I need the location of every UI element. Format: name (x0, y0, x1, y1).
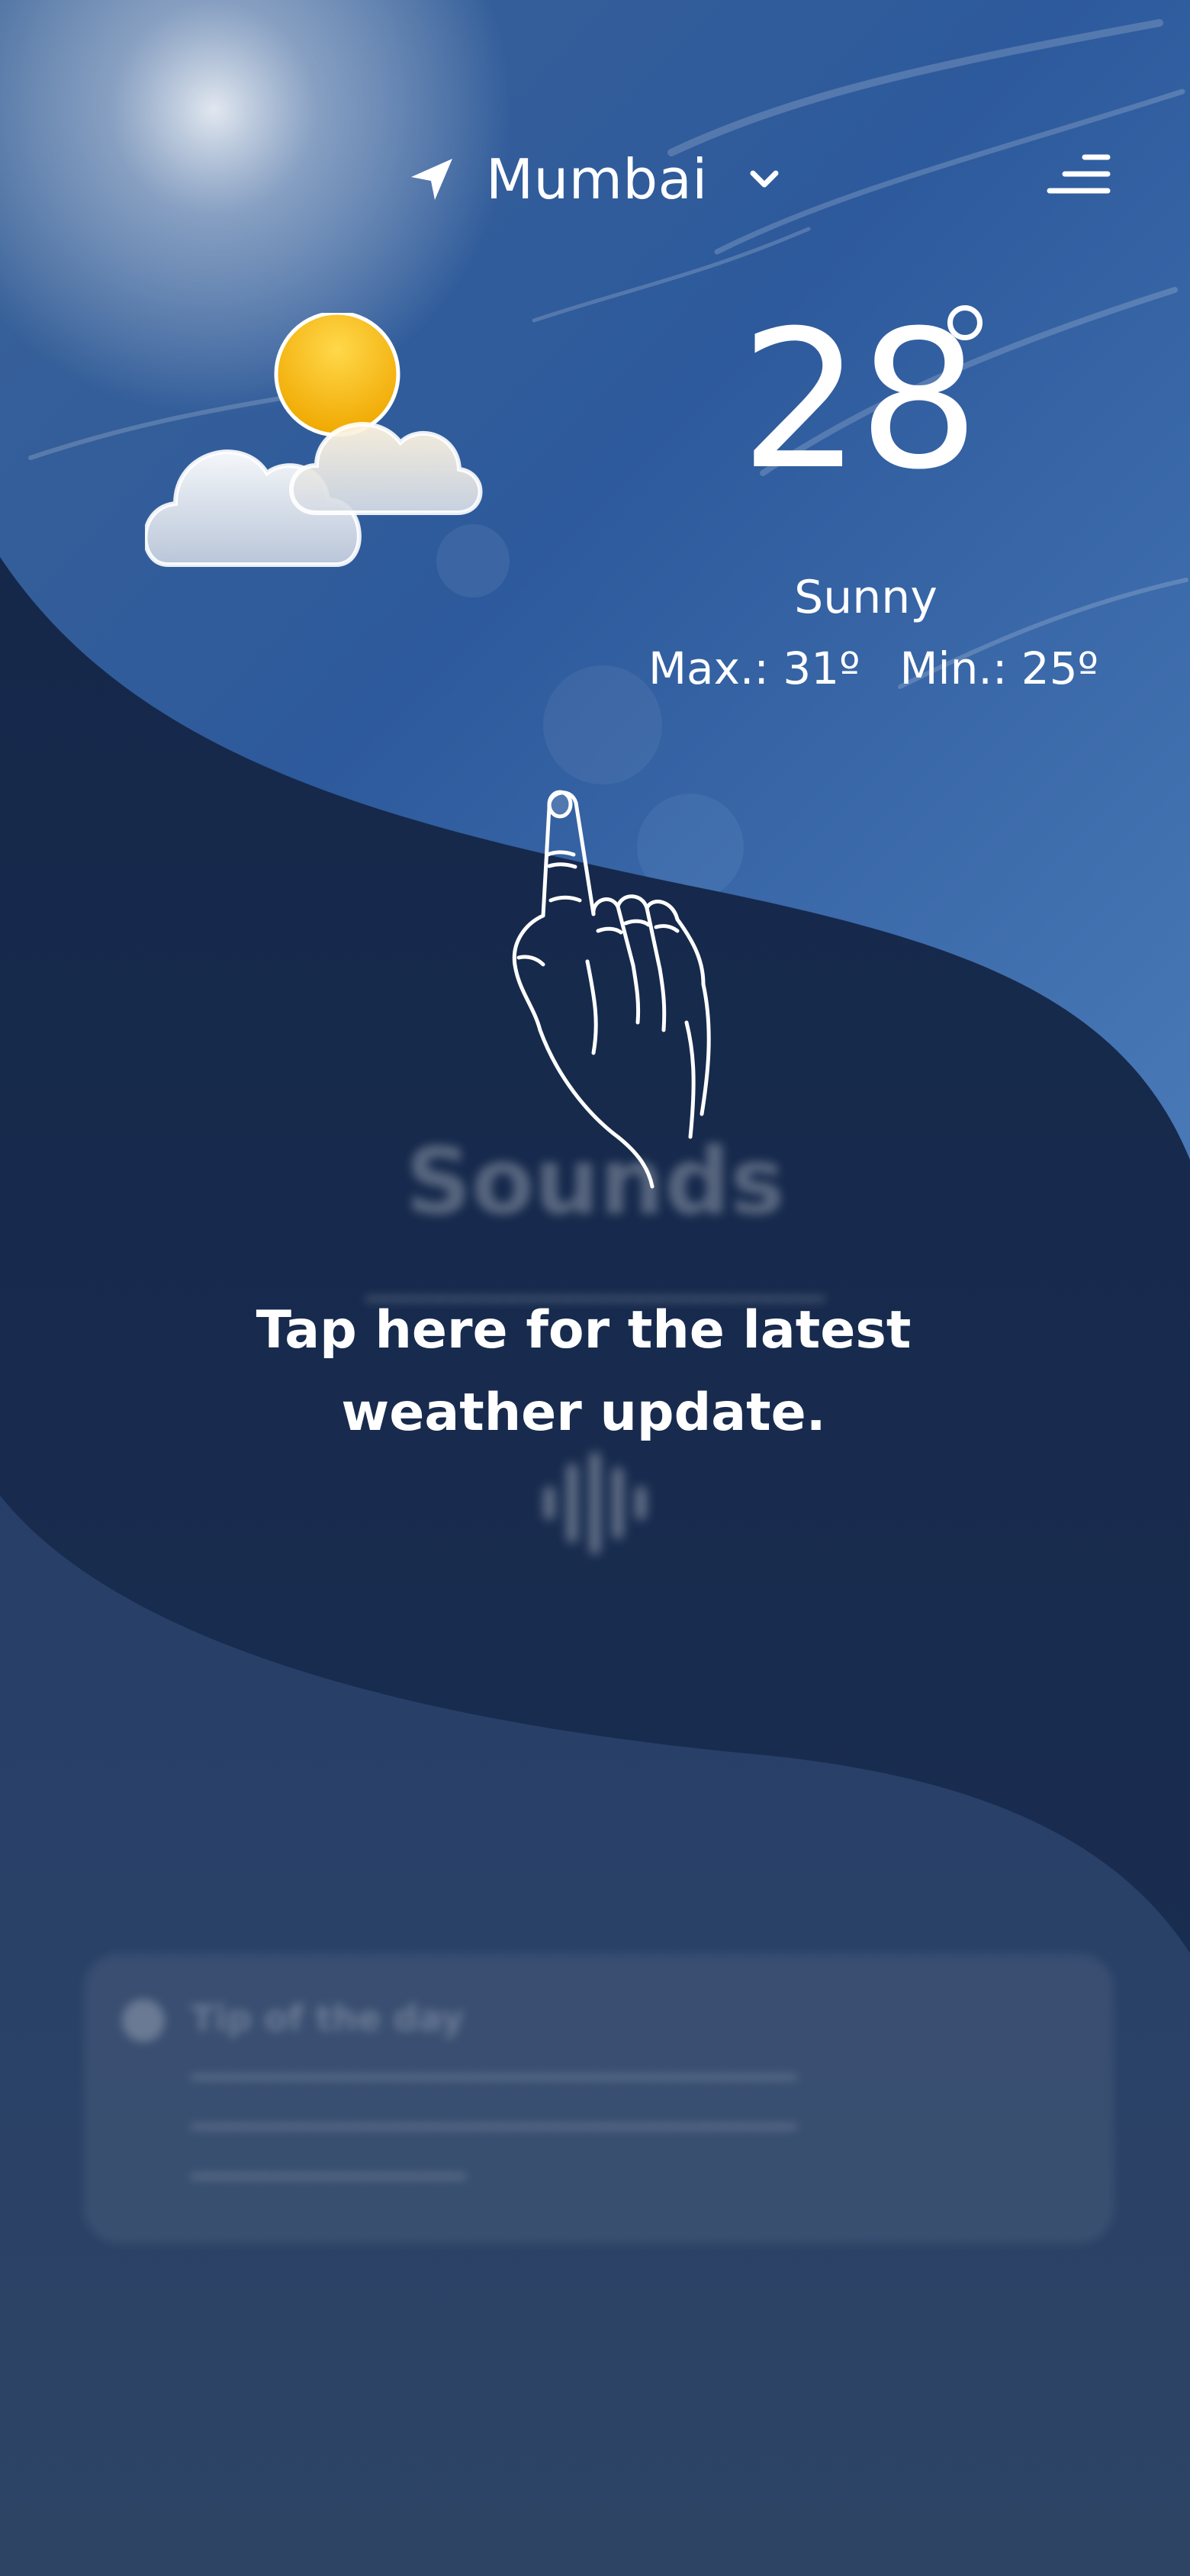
tip-title: Tip of the day (191, 1998, 465, 2039)
tip-text-line: ━━━━━━━━━━━━━━━ (191, 2159, 467, 2194)
navigation-arrow-icon (411, 159, 452, 200)
top-nav: Mumbai (0, 145, 1190, 214)
coach-mark-text[interactable]: Tap here for the latest weather update. (175, 1290, 992, 1454)
pointing-hand-icon (512, 790, 711, 1189)
current-temperature: 28 (740, 289, 979, 511)
menu-lines-icon[interactable] (1047, 151, 1111, 200)
partly-cloudy-sun-icon (145, 313, 483, 567)
weather-condition: Sunny (794, 571, 938, 624)
weather-screen: Sounds ━━━━━━━━━━━━━━━━━━━━━━━━━ Tip of … (0, 0, 1190, 2576)
tip-text-line: ━━━━━━━━━━━━━━━━━━━━━━━━━━━━━━━━━ (191, 2060, 797, 2095)
tip-card (84, 1953, 1114, 2243)
city-name: Mumbai (486, 147, 708, 211)
tip-text-line: ━━━━━━━━━━━━━━━━━━━━━━━━━━━━━━━━━ (191, 2110, 797, 2145)
max-temperature: Max.: 31º (648, 642, 860, 694)
degree-symbol (947, 305, 983, 340)
temperature-range: Max.: 31º Min.: 25º (648, 642, 1098, 694)
tip-icon (122, 1999, 165, 2042)
chevron-down-icon (750, 170, 779, 188)
location-selector[interactable]: Mumbai (408, 145, 780, 214)
min-temperature: Min.: 25º (899, 642, 1098, 694)
sound-wave-icon (544, 1452, 646, 1554)
